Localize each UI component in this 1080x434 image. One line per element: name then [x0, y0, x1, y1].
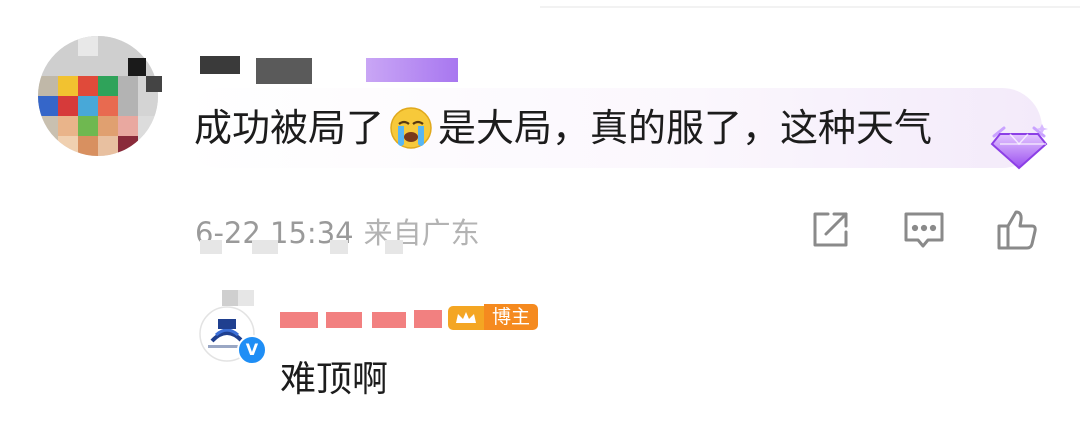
verified-icon: V: [237, 335, 267, 365]
crying-face-icon: [389, 106, 433, 150]
username-blur: [256, 58, 312, 84]
avatar-mosaic: [146, 76, 162, 92]
user-level-badge-blur: [366, 58, 458, 82]
comment-text: 成功被局了 是大局，真的服了，这种天气: [194, 103, 932, 153]
reply-username-blur[interactable]: [280, 298, 445, 328]
blogger-tag: 博主: [484, 304, 539, 330]
share-icon[interactable]: [806, 206, 854, 254]
avatar-mosaic: [238, 290, 254, 306]
top-divider: [540, 6, 1080, 8]
meta-blur: [252, 240, 278, 254]
comment-text-part: 是大局，真的服了，这种天气: [438, 106, 933, 150]
comment-icon[interactable]: [900, 206, 948, 254]
meta-blur: [385, 240, 403, 254]
comment-text-part: 成功被局了: [194, 106, 385, 150]
meta-blur: [330, 240, 348, 254]
like-icon[interactable]: [994, 206, 1042, 254]
reply-text: 难顶啊: [280, 359, 389, 400]
purple-gem-badge-icon: [988, 118, 1050, 174]
avatar-mosaic: [128, 58, 146, 76]
meta-blur: [200, 240, 222, 254]
location: 来自广东: [363, 216, 480, 250]
username-blur: [200, 56, 240, 74]
avatar-mosaic: [222, 290, 238, 306]
crown-icon: [448, 306, 484, 330]
user-avatar[interactable]: [38, 36, 158, 156]
